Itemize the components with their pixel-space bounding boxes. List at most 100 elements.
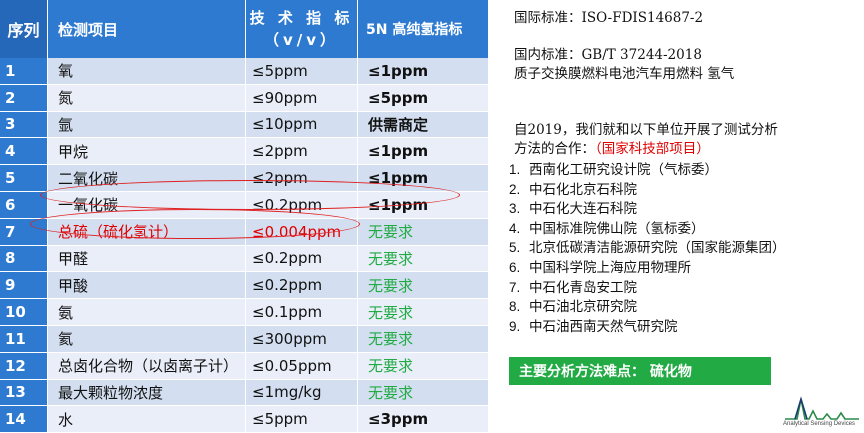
table-header: 序列 检测项目 技 术 指 标 （v/v） 5N 高纯氢指标 — [0, 0, 488, 58]
row-seq: 4 — [0, 138, 48, 165]
row-spec: ≤0.004ppm — [246, 218, 358, 245]
row-item: 氧 — [48, 58, 246, 84]
table-row: 11 氦 ≤300ppm 无要求 — [0, 325, 488, 353]
row-item: 最大颗粒物浓度 — [48, 379, 246, 406]
row-spec: ≤0.05ppm — [246, 352, 358, 379]
partner-name: 中国科学院上海应用物理所 — [529, 259, 691, 276]
row-item: 氨 — [48, 299, 246, 325]
row-item: 氩 — [48, 111, 246, 138]
table-row: 5 二氧化碳 ≤2ppm ≤1ppm — [0, 165, 488, 192]
row-5n: ≤1ppm — [358, 191, 488, 218]
partner-item: 5. 北京低碳清洁能源研究院（国家能源集团） — [509, 238, 786, 258]
row-item: 甲酸 — [48, 272, 246, 299]
table-row: 7 总硫（硫化氢计） ≤0.004ppm 无要求 — [0, 218, 488, 246]
row-5n: ≤1ppm — [358, 165, 488, 191]
row-item: 氦 — [48, 325, 246, 352]
row-spec: ≤2ppm — [246, 165, 358, 191]
partner-num: 3. — [509, 201, 521, 217]
partner-name: 中石化青岛安工院 — [529, 279, 637, 296]
row-5n: 供需商定 — [358, 111, 488, 138]
difficulty-banner: 主要分析方法难点： 硫化物 — [509, 357, 771, 385]
partner-name: 中石化大连石科院 — [529, 201, 637, 218]
row-seq: 10 — [0, 299, 48, 325]
row-seq: 6 — [0, 191, 48, 218]
row-5n: 无要求 — [358, 379, 488, 406]
row-seq: 3 — [0, 111, 48, 138]
partner-item: 6. 中国科学院上海应用物理所 — [509, 258, 786, 278]
row-spec: ≤1mg/kg — [246, 379, 358, 406]
row-item: 总硫（硫化氢计） — [48, 218, 246, 245]
row-item: 甲醛 — [48, 245, 246, 272]
partner-item: 9. 中石油西南天然气研究院 — [509, 317, 786, 337]
row-spec: ≤90ppm — [246, 84, 358, 111]
row-5n: 无要求 — [358, 218, 488, 245]
header-seq: 序列 — [0, 0, 48, 58]
row-item: 水 — [48, 406, 246, 433]
row-5n: 无要求 — [358, 245, 488, 272]
row-seq: 8 — [0, 245, 48, 272]
partner-item: 4. 中国标准院佛山院（氢标委） — [509, 219, 786, 239]
row-seq: 9 — [0, 272, 48, 299]
partner-item: 8. 中石油北京研究院 — [509, 297, 786, 317]
row-5n: ≤1ppm — [358, 58, 488, 84]
partner-item: 1. 西南化工研究设计院（气标委） — [509, 160, 786, 180]
partner-num: 5. — [509, 240, 521, 256]
row-seq: 2 — [0, 84, 48, 111]
row-5n: 无要求 — [358, 299, 488, 325]
row-seq: 13 — [0, 379, 48, 406]
row-seq: 5 — [0, 165, 48, 191]
intl-standard: 国际标准：ISO-FDIS14687-2 — [514, 10, 704, 26]
partner-name: 中石油北京研究院 — [529, 299, 637, 316]
table-row: 10 氨 ≤0.1ppm 无要求 — [0, 299, 488, 326]
row-spec: ≤0.1ppm — [246, 299, 358, 325]
table-row: 1 氧 ≤5ppm ≤1ppm — [0, 58, 488, 85]
row-item: 二氧化碳 — [48, 165, 246, 191]
partner-num: 1. — [509, 162, 521, 177]
header-spec-line2: （v/v） — [263, 31, 340, 49]
row-seq: 1 — [0, 58, 48, 84]
row-spec: ≤0.2ppm — [246, 191, 358, 218]
partner-item: 7. 中石化青岛安工院 — [509, 278, 786, 298]
row-spec: ≤0.2ppm — [246, 272, 358, 299]
row-5n: 无要求 — [358, 272, 488, 299]
header-item: 检测项目 — [48, 0, 246, 58]
partner-num: 9. — [509, 318, 521, 334]
partner-num: 8. — [509, 299, 521, 315]
table-row: 9 甲酸 ≤0.2ppm 无要求 — [0, 272, 488, 300]
standards-table: 序列 检测项目 技 术 指 标 （v/v） 5N 高纯氢指标 1 氧 ≤5ppm ≤1… — [0, 0, 488, 433]
row-spec: ≤0.2ppm — [246, 245, 358, 272]
table-row: 4 甲烷 ≤2ppm ≤1ppm — [0, 138, 488, 166]
table-row: 8 甲醛 ≤0.2ppm 无要求 — [0, 245, 488, 273]
partner-name: 北京低碳清洁能源研究院（国家能源集团） — [529, 240, 786, 257]
row-seq: 14 — [0, 406, 48, 433]
partner-name: 中石化北京石科院 — [529, 181, 637, 198]
row-item: 一氧化碳 — [48, 191, 246, 218]
row-seq: 12 — [0, 352, 48, 379]
partner-num: 4. — [509, 220, 521, 236]
waveform-logo-icon — [785, 396, 859, 420]
row-5n: 无要求 — [358, 325, 488, 352]
table-row: 2 氮 ≤90ppm ≤5ppm — [0, 84, 488, 112]
cn-standard-line1: 国内标准：GB/T 37244-2018 — [514, 47, 702, 63]
logo-text: Analytical Sensing Devices — [783, 421, 856, 427]
partner-item: 2. 中石化北京石科院 — [509, 180, 786, 200]
table-row: 14 水 ≤5ppm ≤3ppm — [0, 406, 488, 433]
intro-line2-prefix: 方法的合作： — [514, 141, 595, 157]
row-spec: ≤300ppm — [246, 325, 358, 352]
row-item: 甲烷 — [48, 138, 246, 165]
row-item: 氮 — [48, 84, 246, 111]
row-seq: 7 — [0, 218, 48, 245]
header-5n: 5N 高纯氢指标 — [366, 22, 463, 38]
partner-name: 中国标准院佛山院（氢标委） — [529, 220, 705, 237]
table-row: 6 一氧化碳 ≤0.2ppm ≤1ppm — [0, 191, 488, 219]
row-spec: ≤5ppm — [246, 406, 358, 433]
row-5n: 无要求 — [358, 352, 488, 379]
partner-num: 6. — [509, 259, 521, 275]
row-spec: ≤2ppm — [246, 138, 358, 165]
intro-line1: 自2019，我们就和以下单位开展了测试分析 — [514, 122, 778, 138]
intro-line2: 方法的合作：（国家科技部项目） — [514, 137, 710, 157]
cn-standard-line2: 质子交换膜燃料电池汽车用燃料 氢气 — [514, 66, 735, 82]
company-logo: Analytical Sensing Devices — [783, 395, 863, 431]
row-5n: ≤1ppm — [358, 138, 488, 165]
row-5n: ≤3ppm — [358, 406, 488, 433]
